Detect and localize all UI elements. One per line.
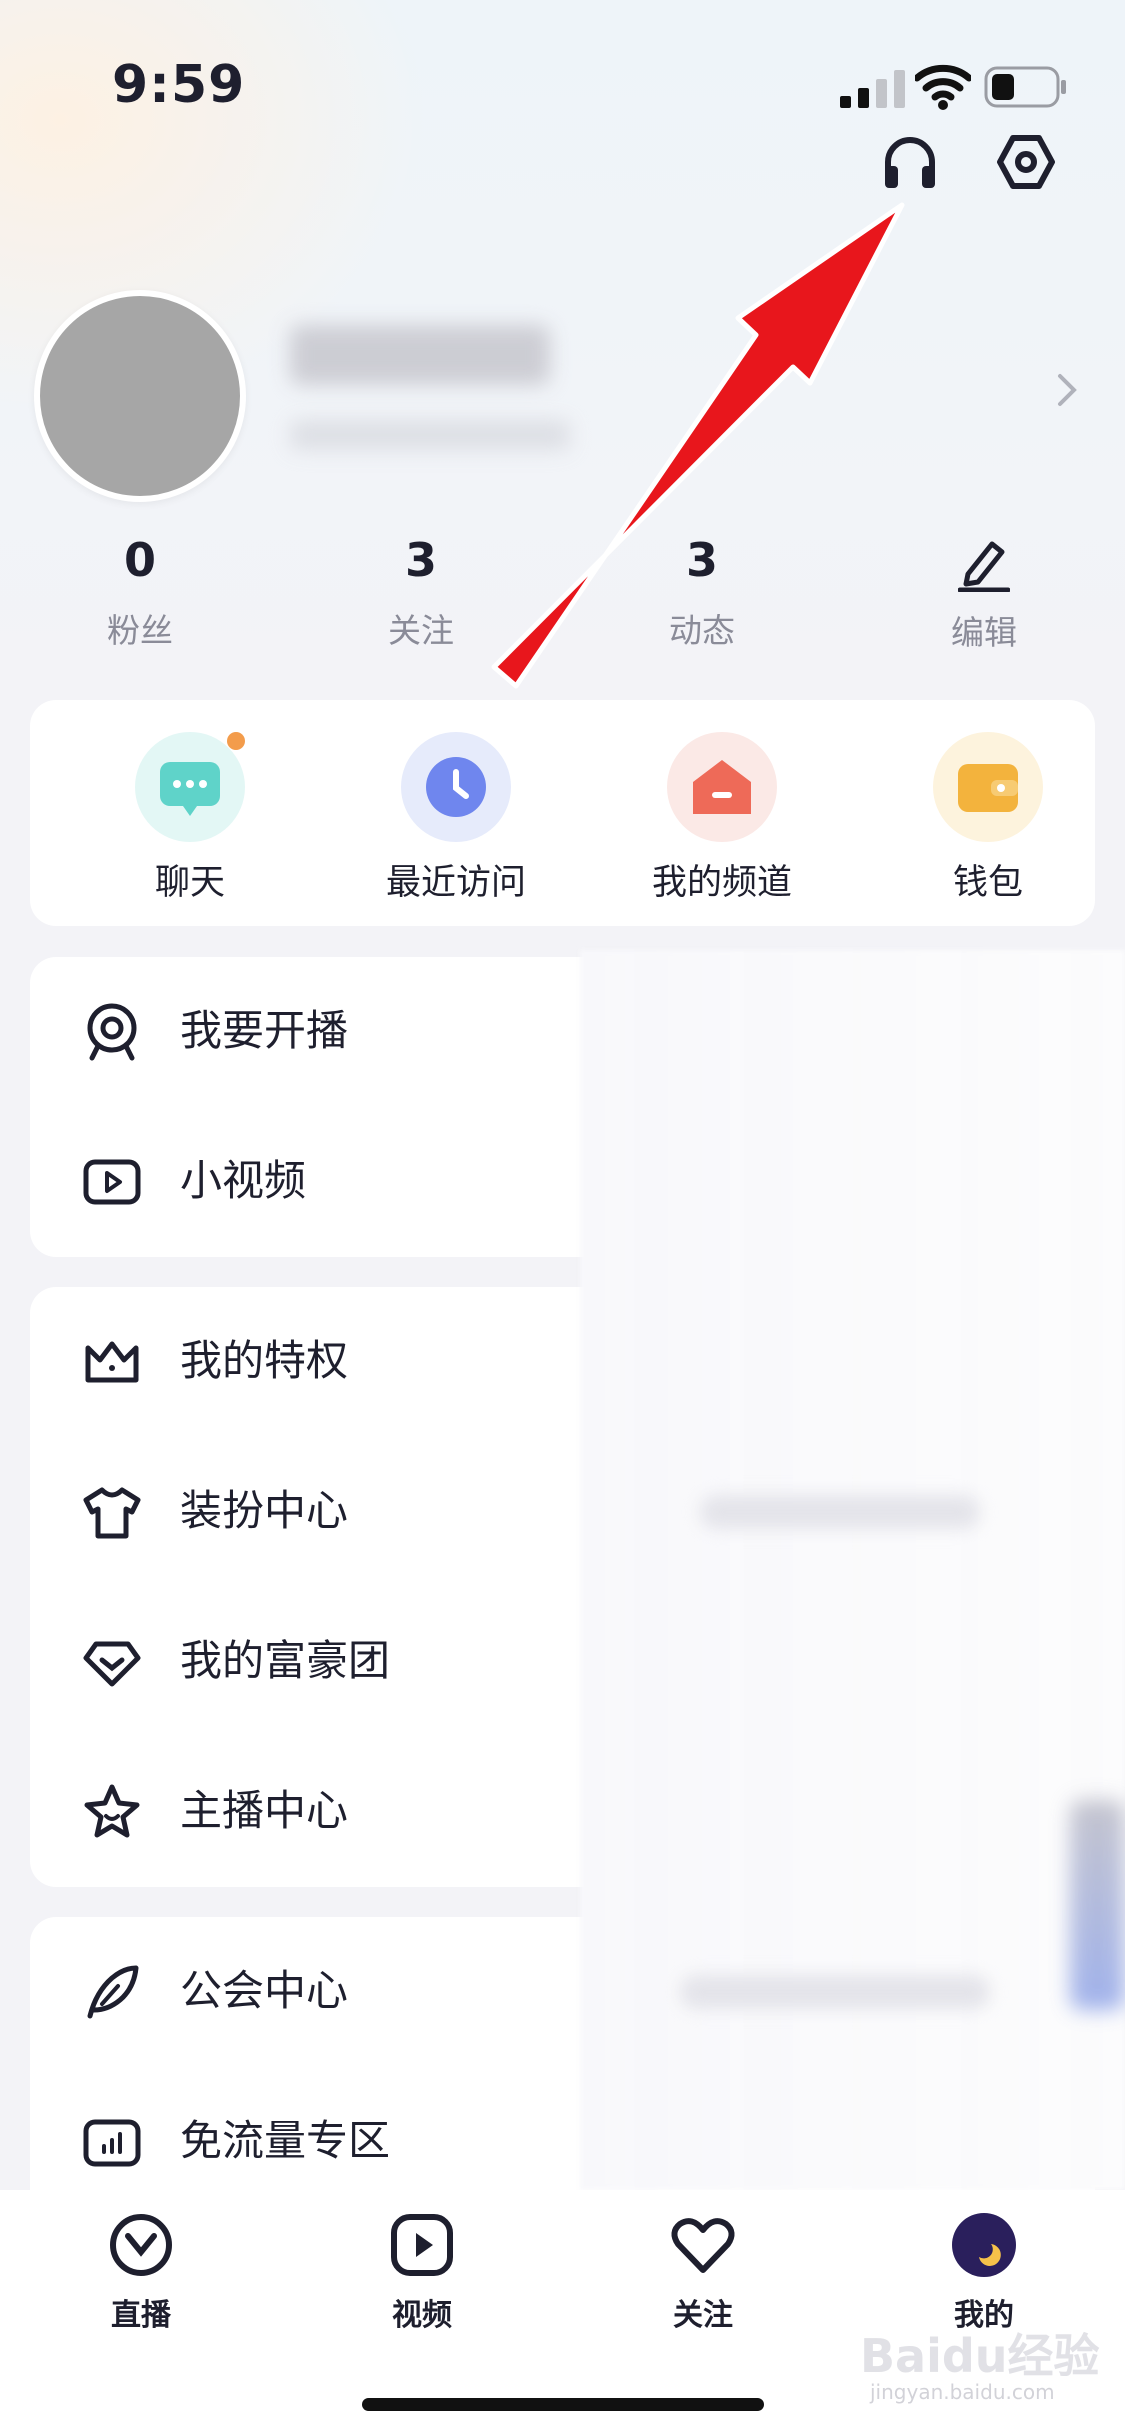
shirt-icon: [83, 1487, 141, 1539]
home-icon: [667, 732, 777, 842]
video-icon: [83, 1159, 141, 1205]
menu-label: 免流量专区: [180, 2116, 391, 2165]
quick-recent-button[interactable]: 最近访问: [356, 732, 556, 905]
menu-label: 主播中心: [180, 1786, 349, 1835]
live-icon: [110, 2214, 172, 2276]
wallet-icon: [933, 732, 1043, 842]
blurred-text: [680, 1975, 990, 2009]
home-indicator[interactable]: [362, 2398, 764, 2411]
quick-channel-button[interactable]: 我的频道: [622, 732, 822, 905]
settings-icon[interactable]: [996, 132, 1056, 192]
avatar[interactable]: [34, 290, 246, 502]
wifi-icon: [915, 64, 971, 110]
pencil-icon: [958, 541, 1010, 592]
play-icon: [391, 2214, 453, 2276]
quick-label: 我的频道: [651, 863, 792, 903]
menu-label: 公会中心: [180, 1966, 349, 2015]
notification-dot: [227, 732, 245, 750]
watermark-url: jingyan.baidu.com: [870, 2380, 1055, 2404]
chat-icon: [135, 732, 245, 842]
battery-icon: [984, 66, 1066, 108]
stat-posts[interactable]: 3 动态: [602, 530, 802, 652]
quick-actions-card: 聊天 最近访问 我的频道 钱包: [30, 700, 1095, 926]
clock-icon: [401, 732, 511, 842]
stat-label: 动态: [669, 611, 735, 650]
stat-value: 0: [123, 533, 156, 587]
tab-live[interactable]: 直播: [61, 2212, 221, 2334]
chevron-right-icon[interactable]: [1052, 372, 1082, 408]
menu-label: 我的特权: [180, 1336, 349, 1385]
blurred-floating-widget: [1070, 1800, 1125, 2010]
moon-avatar-icon: [952, 2213, 1016, 2277]
quick-wallet-button[interactable]: 钱包: [888, 732, 1088, 905]
data-chart-icon: [83, 2119, 141, 2167]
stat-following[interactable]: 3 关注: [321, 530, 521, 652]
quick-label: 最近访问: [385, 863, 526, 903]
tab-label: 关注: [673, 2298, 733, 2333]
quick-label: 钱包: [952, 863, 1023, 903]
edit-label: 编辑: [951, 613, 1017, 652]
stat-value: 3: [685, 533, 718, 587]
username-blurred: [290, 325, 550, 385]
crown-icon: [85, 1341, 139, 1383]
tab-label: 视频: [392, 2298, 452, 2333]
tab-me[interactable]: 我的: [904, 2212, 1064, 2334]
headset-icon[interactable]: [880, 132, 940, 192]
menu-label: 装扮中心: [180, 1486, 349, 1535]
status-bar: 9:59: [0, 0, 1125, 140]
edit-profile-button[interactable]: 编辑: [884, 530, 1084, 654]
stat-fans[interactable]: 0 粉丝: [40, 530, 240, 652]
blurred-text: [700, 1495, 980, 1529]
menu-label: 我的富豪团: [180, 1636, 391, 1685]
heart-icon: [671, 2218, 735, 2273]
star-icon: [84, 1784, 140, 1838]
tab-follow[interactable]: 关注: [623, 2212, 783, 2334]
status-time: 9:59: [112, 55, 246, 115]
stat-label: 关注: [388, 611, 454, 650]
menu-label: 小视频: [180, 1156, 307, 1205]
stat-value: 3: [404, 533, 437, 587]
webcam-icon: [87, 1003, 137, 1061]
diamond-icon: [83, 1641, 141, 1687]
tab-label: 直播: [111, 2298, 171, 2333]
user-id-blurred: [290, 420, 570, 450]
cellular-signal-icon: [840, 70, 905, 108]
quick-chat-button[interactable]: 聊天: [90, 732, 290, 905]
stat-label: 粉丝: [107, 611, 173, 650]
tab-video[interactable]: 视频: [342, 2212, 502, 2334]
profile-stats: 0 粉丝 3 关注 3 动态 编辑: [0, 530, 1125, 660]
quick-label: 聊天: [154, 863, 225, 903]
menu-label: 我要开播: [180, 1006, 349, 1055]
watermark: Baidu经验: [860, 2329, 1100, 2383]
feather-icon: [87, 1965, 139, 2019]
